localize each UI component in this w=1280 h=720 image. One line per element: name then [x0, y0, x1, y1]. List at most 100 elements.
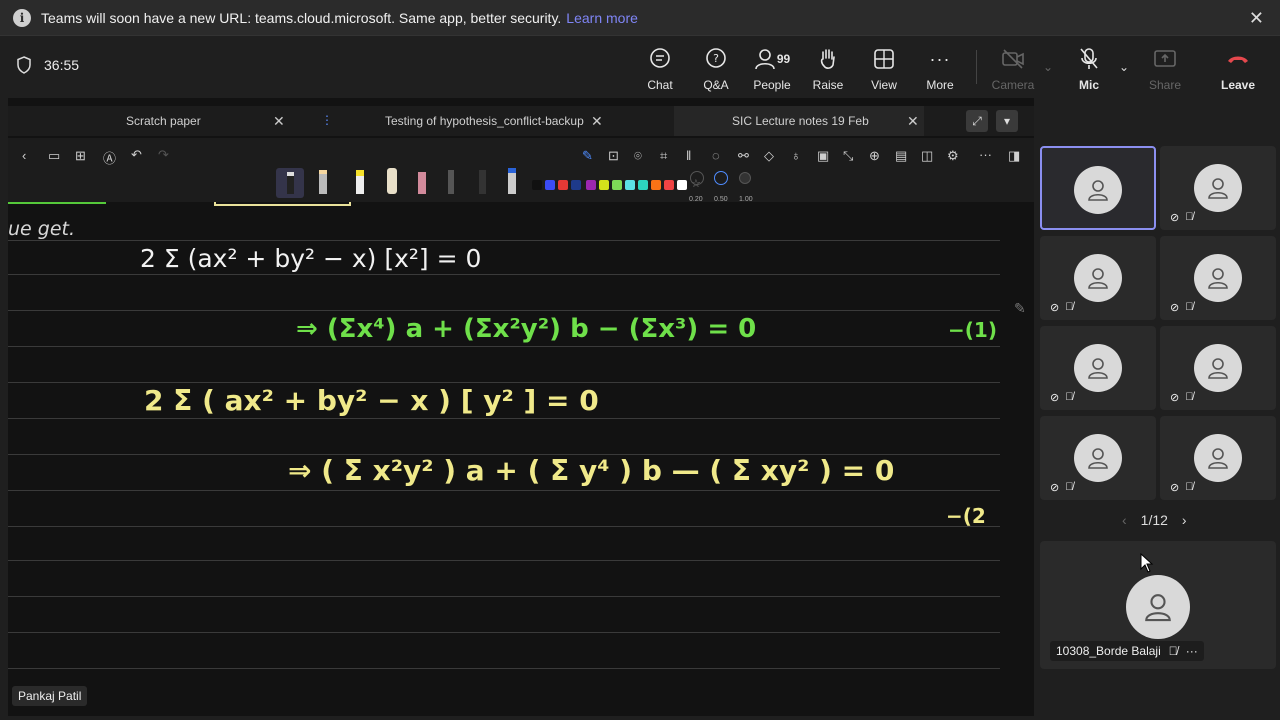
pen-mode-icon[interactable]: Ⓐ	[103, 148, 116, 167]
link-icon[interactable]: ⚯	[738, 148, 749, 164]
image-icon[interactable]: ▣	[817, 148, 829, 164]
tab-label: Testing of hypothesis_conflict-backup	[385, 114, 584, 128]
camera-off-icon: ⊘	[1170, 392, 1180, 404]
color-swatch-0[interactable]	[532, 180, 542, 190]
ruled-line	[8, 668, 1000, 669]
qa-label: Q&A	[703, 78, 729, 92]
participant-tile[interactable]: ⊘ 🎙̸	[1160, 236, 1276, 320]
participant-tile[interactable]: ⊘ 🎙̸	[1160, 416, 1276, 500]
ruled-line	[8, 418, 1000, 419]
ruled-line	[8, 632, 1000, 633]
participant-tile[interactable]: ⊘ 🎙̸	[1040, 236, 1156, 320]
participant-tile[interactable]	[1040, 146, 1156, 230]
undo-icon[interactable]: ↶	[131, 147, 142, 163]
sidebar-icon[interactable]: ▭	[48, 148, 60, 164]
close-tab-icon[interactable]: ✕	[273, 113, 285, 130]
camera-button[interactable]: Camera	[983, 46, 1043, 92]
camera-options-chevron-icon[interactable]: ⌄	[1043, 60, 1053, 74]
comment-icon[interactable]: ◌	[712, 148, 720, 163]
back-icon[interactable]: ‹	[22, 148, 26, 163]
participant-tile[interactable]: ⊘ 🎙̸	[1160, 146, 1276, 230]
crop-icon[interactable]: ⌗	[660, 148, 667, 164]
text-box-icon[interactable]: ⊡	[608, 148, 619, 164]
color-swatch-2[interactable]	[558, 180, 568, 190]
mic-off-icon: 🎙̸	[1185, 481, 1194, 493]
meeting-timer: 36:55	[16, 56, 79, 74]
redo-icon[interactable]: ↷	[158, 147, 169, 163]
more-options-icon[interactable]: ···	[979, 147, 992, 162]
shield-icon	[17, 56, 31, 74]
participant-tile[interactable]: ⊘ 🎙̸	[1040, 326, 1156, 410]
mic-button[interactable]: Mic	[1059, 46, 1119, 92]
brush-icon[interactable]	[479, 170, 486, 194]
participant-tile[interactable]: ⊘ 🎙̸	[1160, 326, 1276, 410]
handwritten-equation: ⇒ ( Σ x²y² ) a + ( Σ y⁴ ) b — ( Σ xy² ) …	[288, 454, 895, 487]
thickness-small[interactable]	[690, 171, 704, 185]
color-swatch-1[interactable]	[545, 180, 555, 190]
tab-menu-chevron-icon[interactable]: ▾	[996, 110, 1018, 132]
thickness-medium[interactable]	[714, 171, 728, 185]
view-button[interactable]: View	[854, 46, 914, 92]
avatar	[1194, 254, 1242, 302]
close-tab-icon[interactable]: ✕	[591, 113, 603, 130]
add-page-icon[interactable]: ⊕	[869, 148, 880, 164]
eraser-icon[interactable]	[387, 168, 397, 194]
settings-icon[interactable]: ⚙	[947, 148, 959, 164]
color-swatch-11[interactable]	[677, 180, 687, 190]
fountain-pen-icon[interactable]	[276, 168, 304, 198]
lasso-icon[interactable]: ⌾	[634, 148, 642, 164]
color-swatch-4[interactable]	[586, 180, 596, 190]
present-icon[interactable]: ◫	[921, 148, 933, 164]
microphone-icon[interactable]: ♁	[791, 148, 801, 163]
handwritten-equation: 2 Σ (ax² + by² − x) [x²] = 0	[140, 244, 482, 273]
panel-icon[interactable]: ◨	[1008, 148, 1020, 164]
highlighter-icon[interactable]	[356, 170, 364, 194]
expand-icon[interactable]: ⤢	[966, 110, 988, 132]
tab-label: Scratch paper	[126, 114, 201, 128]
color-swatch-10[interactable]	[664, 180, 674, 190]
people-button[interactable]: 99 People	[742, 46, 802, 92]
leave-button[interactable]: Leave	[1208, 46, 1268, 92]
thickness-large[interactable]	[739, 172, 751, 184]
leave-label: Leave	[1220, 78, 1256, 92]
mic-options-chevron-icon[interactable]: ⌄	[1119, 60, 1129, 74]
pencil-edit-icon[interactable]: ✎	[1014, 300, 1026, 317]
tab-sic-lecture-notes[interactable]: SIC Lecture notes 19 Feb ✕	[674, 106, 924, 136]
color-swatch-9[interactable]	[651, 180, 661, 190]
color-swatch-7[interactable]	[625, 180, 635, 190]
marker-icon[interactable]	[418, 172, 426, 194]
close-tab-icon[interactable]: ✕	[907, 113, 919, 130]
pen-tool-icon[interactable]: ✎	[582, 148, 593, 164]
previous-page-icon[interactable]: ‹	[1122, 512, 1127, 528]
featured-participant-tile[interactable]: 10308_Borde Balaji 🎙̸ ···	[1040, 541, 1276, 669]
layers-icon[interactable]: ◇	[764, 148, 774, 164]
close-icon[interactable]: ✕	[1249, 8, 1264, 29]
template-icon[interactable]: ▤	[895, 148, 907, 164]
tab-testing-hypothesis[interactable]: Testing of hypothesis_conflict-backup ✕	[328, 106, 608, 136]
color-swatch-3[interactable]	[571, 180, 581, 190]
participant-tile[interactable]: ⊘ 🎙̸	[1040, 416, 1156, 500]
selected-pen-icon[interactable]	[508, 168, 516, 194]
avatar	[1194, 344, 1242, 392]
columns-icon[interactable]: ‖	[686, 148, 691, 163]
note-canvas[interactable]: ue get. 2 Σ (ax² + by² − x) [x²] = 0 ⇒ (…	[8, 202, 1034, 716]
raise-hand-button[interactable]: Raise	[798, 46, 858, 92]
mic-off-icon: 🎙̸	[1185, 301, 1194, 313]
qa-button[interactable]: ? Q&A	[686, 46, 746, 92]
resize-icon[interactable]: ⤡	[843, 148, 853, 164]
color-swatch-8[interactable]	[638, 180, 648, 190]
learn-more-link[interactable]: Learn more	[566, 10, 638, 26]
ballpoint-pen-icon[interactable]	[448, 170, 454, 194]
share-button[interactable]: Share	[1135, 46, 1195, 92]
next-page-icon[interactable]: ›	[1182, 512, 1187, 528]
pencil-icon[interactable]	[319, 170, 327, 194]
ruled-line	[8, 310, 1000, 311]
thumbnails-icon[interactable]: ⊞	[75, 148, 86, 164]
chat-button[interactable]: Chat	[630, 46, 690, 92]
color-swatch-6[interactable]	[612, 180, 622, 190]
more-button[interactable]: ··· More	[910, 46, 970, 93]
mic-off-icon: 🎙̸	[1168, 644, 1178, 658]
tab-scratch-paper[interactable]: Scratch paper ✕	[8, 106, 308, 136]
participant-more-icon[interactable]: ···	[1186, 644, 1198, 658]
color-swatch-5[interactable]	[599, 180, 609, 190]
